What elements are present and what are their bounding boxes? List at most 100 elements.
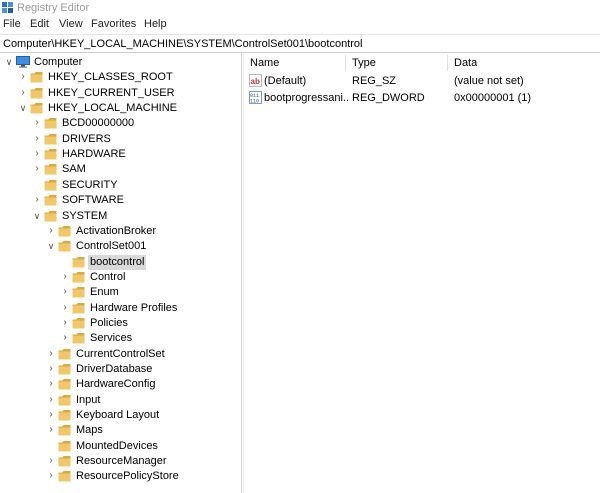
chevron-right-icon[interactable]: ›	[60, 271, 70, 283]
window-title: Registry Editor	[17, 2, 90, 14]
tree-node-security[interactable]: SECURITY	[0, 178, 241, 193]
chevron-right-icon[interactable]: ›	[32, 133, 42, 145]
tree-node-activationbroker[interactable]: › ActivationBroker	[0, 224, 241, 239]
folder-icon	[44, 163, 57, 175]
folder-icon	[44, 133, 57, 145]
chevron-right-icon[interactable]: ›	[60, 332, 70, 344]
tree-node-computer[interactable]: ∨ Computer	[0, 55, 241, 70]
tree-node-label: Computer	[34, 56, 83, 68]
tree-node-label: Maps	[76, 424, 103, 437]
menu-edit[interactable]: Edit	[30, 17, 49, 31]
tree-node-label: HARDWARE	[62, 148, 126, 161]
chevron-right-icon[interactable]: ›	[60, 302, 70, 314]
chevron-right-icon[interactable]: ›	[60, 317, 70, 329]
key-tree-pane[interactable]: ∨ Computer › HKEY_CLASSES_ROOT › HKEY_CURRENT…	[0, 53, 241, 493]
tree-node-label: Enum	[90, 286, 119, 299]
tree-node-control[interactable]: › Control	[0, 270, 241, 285]
tree-node-label: SECURITY	[62, 178, 118, 191]
folder-icon	[58, 455, 71, 467]
column-header-data[interactable]: Data	[454, 56, 477, 70]
chevron-down-icon[interactable]: ∨	[32, 210, 42, 222]
folder-icon	[72, 271, 85, 283]
tree-node-controlset001[interactable]: ∨ ControlSet001	[0, 239, 241, 254]
tree-node-drivers[interactable]: › DRIVERS	[0, 132, 241, 147]
tree-node-currentcontrolset[interactable]: › CurrentControlSet	[0, 347, 241, 362]
column-divider[interactable]	[447, 55, 448, 71]
tree-node-label: HardwareConfig	[76, 378, 156, 391]
chevron-right-icon[interactable]: ›	[32, 117, 42, 129]
tree-node-label: Hardware Profiles	[90, 301, 178, 314]
tree-node-hkey-classes-root[interactable]: › HKEY_CLASSES_ROOT	[0, 70, 241, 85]
tree-node-label: MountedDevices	[76, 439, 158, 452]
tree-node-label: Policies	[90, 316, 128, 329]
tree-node-resourcepolicystore[interactable]: › ResourcePolicyStore	[0, 469, 241, 484]
chevron-right-icon[interactable]: ›	[46, 363, 56, 375]
tree-node-input[interactable]: › Input	[0, 393, 241, 408]
values-list-pane[interactable]: Name Type Data ab (Default) REG_SZ (valu…	[244, 53, 600, 493]
tree-node-enum[interactable]: › Enum	[0, 285, 241, 300]
tree-node-hardwareconfig[interactable]: › HardwareConfig	[0, 377, 241, 392]
folder-icon	[30, 71, 43, 83]
tree-node-policies[interactable]: › Policies	[0, 316, 241, 331]
tree-node-label: DriverDatabase	[76, 363, 153, 375]
chevron-right-icon[interactable]: ›	[32, 163, 42, 175]
chevron-right-icon[interactable]: ›	[32, 194, 42, 206]
column-header-type[interactable]: Type	[352, 56, 376, 70]
folder-icon	[72, 286, 85, 298]
address-path[interactable]: Computer\HKEY_LOCAL_MACHINE\SYSTEM\Contr…	[3, 37, 363, 51]
tree-node-sam[interactable]: › SAM	[0, 162, 241, 177]
folder-icon	[58, 378, 71, 390]
tree-node-resourcemanager[interactable]: › ResourceManager	[0, 454, 241, 469]
tree-node-keyboard-layout[interactable]: › Keyboard Layout	[0, 408, 241, 423]
tree-node-driverdatabase[interactable]: › DriverDatabase	[0, 362, 241, 377]
tree-node-hkey-local-machine[interactable]: ∨ HKEY_LOCAL_MACHINE	[0, 101, 241, 116]
chevron-down-icon[interactable]: ∨	[4, 56, 14, 68]
tree-node-label: DRIVERS	[62, 132, 111, 145]
menu-file[interactable]: File	[3, 17, 21, 31]
folder-icon	[58, 440, 71, 452]
value-row[interactable]: 011 110 bootprogressani... REG_DWORD 0x0…	[244, 90, 600, 106]
chevron-right-icon[interactable]: ›	[46, 470, 56, 482]
column-header-name[interactable]: Name	[250, 56, 279, 70]
tree-node-services[interactable]: › Services	[0, 331, 241, 346]
chevron-right-icon[interactable]: ›	[46, 348, 56, 360]
tree-node-hardware[interactable]: › HARDWARE	[0, 147, 241, 162]
tree-node-label: Keyboard Layout	[76, 409, 160, 422]
menu-help[interactable]: Help	[144, 17, 167, 31]
folder-icon	[44, 210, 57, 222]
tree-node-label: bootcontrol	[88, 254, 147, 270]
tree-node-label: SAM	[62, 163, 86, 176]
chevron-right-icon[interactable]: ›	[46, 378, 56, 390]
address-bar[interactable]: Computer\HKEY_LOCAL_MACHINE\SYSTEM\Contr…	[0, 34, 600, 53]
chevron-right-icon[interactable]: ›	[46, 394, 56, 406]
chevron-down-icon[interactable]: ∨	[18, 102, 28, 114]
tree-node-software[interactable]: › SOFTWARE	[0, 193, 241, 208]
chevron-right-icon[interactable]: ›	[46, 225, 56, 237]
chevron-right-icon[interactable]: ›	[46, 455, 56, 467]
folder-icon	[72, 302, 85, 314]
column-divider[interactable]	[345, 55, 346, 71]
folder-icon	[58, 225, 71, 237]
chevron-right-icon[interactable]: ›	[46, 424, 56, 436]
tree-node-hardware-profiles[interactable]: › Hardware Profiles	[0, 301, 241, 316]
tree-node-bootcontrol[interactable]: bootcontrol	[0, 254, 241, 270]
menu-favorites[interactable]: Favorites	[91, 17, 136, 31]
chevron-right-icon[interactable]: ›	[60, 286, 70, 298]
folder-icon	[72, 256, 85, 268]
svg-text:ab: ab	[251, 77, 260, 86]
chevron-right-icon[interactable]: ›	[18, 87, 28, 99]
tree-node-mounteddevices[interactable]: MountedDevices	[0, 439, 241, 454]
folder-icon	[30, 102, 43, 114]
chevron-right-icon[interactable]: ›	[46, 409, 56, 421]
tree-node-maps[interactable]: › Maps	[0, 423, 241, 438]
tree-node-system[interactable]: ∨ SYSTEM	[0, 209, 241, 224]
tree-node-bcd00000000[interactable]: › BCD00000000	[0, 116, 241, 131]
tree-node-label: ResourcePolicyStore	[76, 470, 179, 483]
chevron-right-icon[interactable]: ›	[32, 148, 42, 160]
value-row[interactable]: ab (Default) REG_SZ (value not set)	[244, 73, 600, 89]
chevron-right-icon[interactable]: ›	[18, 71, 28, 83]
tree-node-hkey-current-user[interactable]: › HKEY_CURRENT_USER	[0, 86, 241, 101]
chevron-down-icon[interactable]: ∨	[46, 240, 56, 252]
menu-view[interactable]: View	[59, 17, 83, 31]
folder-icon	[72, 317, 85, 329]
